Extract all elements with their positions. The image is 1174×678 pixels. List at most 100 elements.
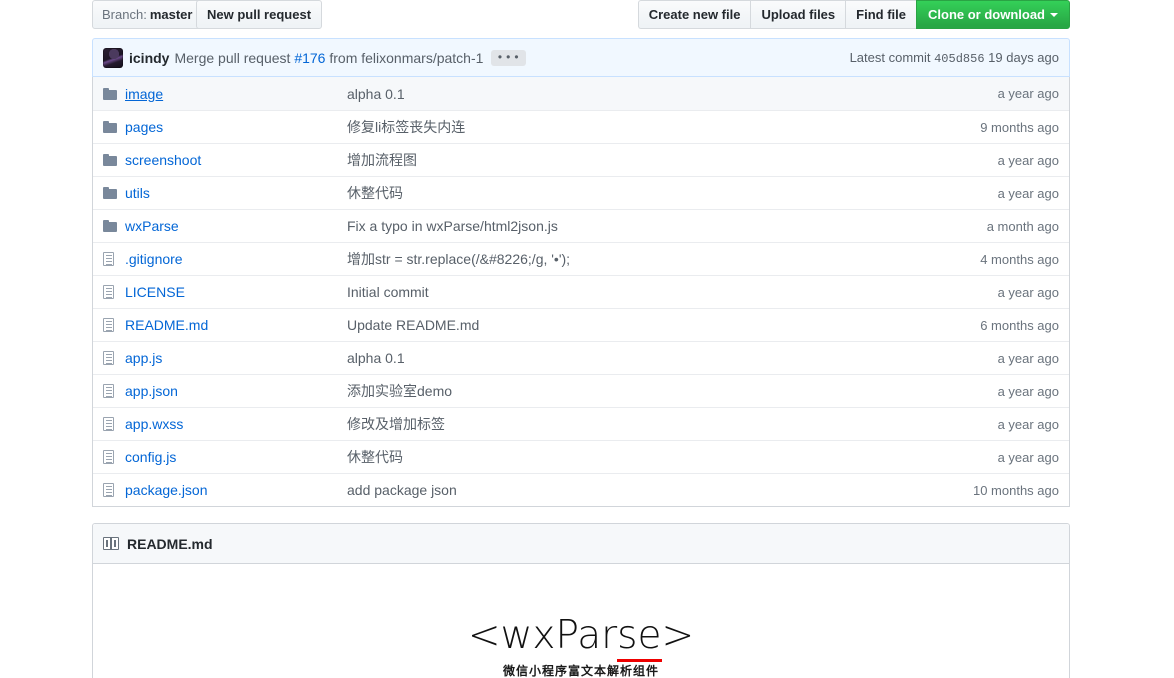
commit-message-cell[interactable]: 休整代码 <box>347 183 998 203</box>
folder-icon <box>103 154 117 166</box>
commit-age-cell: a year ago <box>997 383 1059 399</box>
commit-message-cell[interactable]: alpha 0.1 <box>347 86 998 102</box>
file-icon <box>103 252 114 266</box>
commit-sha-link[interactable]: 405d856 <box>934 52 984 66</box>
new-pull-request-button[interactable]: New pull request <box>196 0 323 29</box>
commit-message-cell[interactable]: 休整代码 <box>347 447 998 467</box>
file-icon <box>103 417 114 431</box>
commit-message-cell[interactable]: 修复li标签丧失内连 <box>347 117 980 137</box>
file-name-cell: utils <box>125 185 347 201</box>
chevron-down-icon <box>1050 12 1058 17</box>
table-row[interactable]: app.wxss 修改及增加标签 a year ago <box>93 407 1069 440</box>
commit-message-cell[interactable]: Initial commit <box>347 284 998 300</box>
readme-title: README.md <box>127 535 213 552</box>
table-row[interactable]: image alpha 0.1 a year ago <box>93 77 1069 110</box>
table-row[interactable]: pages 修复li标签丧失内连 9 months ago <box>93 110 1069 143</box>
file-link[interactable]: app.js <box>125 350 162 366</box>
file-link[interactable]: LICENSE <box>125 284 185 300</box>
icon-cell <box>103 187 125 199</box>
icon-cell <box>103 318 125 332</box>
icon-cell <box>103 417 125 431</box>
commit-message-cell[interactable]: Fix a typo in wxParse/html2json.js <box>347 218 987 234</box>
folder-icon <box>103 121 117 133</box>
latest-commit-label: Latest commit <box>849 49 931 65</box>
folder-link[interactable]: utils <box>125 185 150 201</box>
readme-logo: <wxParse> 微信小程序富文本解析组件 <box>123 613 1039 678</box>
pull-request-link[interactable]: #176 <box>294 50 325 66</box>
table-row[interactable]: wxParse Fix a typo in wxParse/html2json.j… <box>93 209 1069 242</box>
commit-message-cell[interactable]: 增加流程图 <box>347 150 998 170</box>
readme-logo-subtitle: 微信小程序富文本解析组件 <box>502 664 659 678</box>
commit-author-link[interactable]: icindy <box>129 50 169 66</box>
file-name-cell: package.json <box>125 482 347 498</box>
table-row[interactable]: config.js 休整代码 a year ago <box>93 440 1069 473</box>
table-row[interactable]: screenshoot 增加流程图 a year ago <box>93 143 1069 176</box>
clone-or-download-label: Clone or download <box>928 7 1045 22</box>
commit-age-cell: a year ago <box>997 86 1059 101</box>
file-name-cell: image <box>125 86 347 102</box>
latest-commit-bar: icindy Merge pull request #176 from feli… <box>92 38 1070 77</box>
icon-cell <box>103 252 125 266</box>
folder-link[interactable]: pages <box>125 119 163 135</box>
file-link[interactable]: app.json <box>125 383 178 399</box>
file-link[interactable]: .gitignore <box>125 251 183 267</box>
commit-message-cell[interactable]: add package json <box>347 482 973 498</box>
file-link[interactable]: package.json <box>125 482 208 498</box>
file-icon <box>103 318 114 332</box>
table-row[interactable]: README.md Update README.md 6 months ago <box>93 308 1069 341</box>
file-link[interactable]: README.md <box>125 317 208 333</box>
readme-panel: README.md <wxParse> 微信小程序富文本解析组件 <box>92 523 1070 678</box>
create-new-file-button[interactable]: Create new file <box>637 0 751 29</box>
commit-age-cell: 4 months ago <box>980 251 1059 267</box>
icon-cell <box>103 384 125 398</box>
file-name-cell: screenshoot <box>125 152 347 168</box>
file-icon <box>103 483 114 497</box>
commit-message-cell[interactable]: 修改及增加标签 <box>347 414 998 434</box>
table-row[interactable]: app.json 添加实验室demo a year ago <box>93 374 1069 407</box>
file-name-cell: README.md <box>125 317 347 333</box>
table-row[interactable]: LICENSE Initial commit a year ago <box>93 275 1069 308</box>
folder-link[interactable]: image <box>125 86 163 102</box>
readme-logo-text: <wxParse> <box>468 613 694 662</box>
table-row[interactable]: app.js alpha 0.1 a year ago <box>93 341 1069 374</box>
find-file-button[interactable]: Find file <box>845 0 916 29</box>
book-icon <box>103 537 119 550</box>
table-row[interactable]: .gitignore 增加str = str.replace(/&#8226;/g… <box>93 242 1069 275</box>
file-list-table: image alpha 0.1 a year ago pages 修复li标签丧失内连 9… <box>92 77 1070 507</box>
file-actions-button-group: Create new file Upload files Find file C… <box>637 0 1070 29</box>
folder-link[interactable]: screenshoot <box>125 152 201 168</box>
repo-content-container: icindy Merge pull request #176 from feli… <box>92 38 1070 678</box>
file-link[interactable]: config.js <box>125 449 176 465</box>
file-link[interactable]: app.wxss <box>125 416 183 432</box>
file-name-cell: app.json <box>125 383 347 399</box>
icon-cell <box>103 87 125 100</box>
table-row[interactable]: utils 休整代码 a year ago <box>93 176 1069 209</box>
file-name-cell: wxParse <box>125 218 347 234</box>
icon-cell <box>103 483 125 497</box>
commit-message: Merge pull request #176 from felixonmars… <box>174 50 483 66</box>
folder-icon <box>103 87 117 100</box>
clone-or-download-button[interactable]: Clone or download <box>916 0 1070 29</box>
table-row[interactable]: package.json add package json 10 months ag… <box>93 473 1069 506</box>
folder-icon <box>103 187 117 199</box>
readme-logo-text-underlined: se <box>617 613 662 662</box>
file-name-cell: config.js <box>125 449 347 465</box>
commit-message-prefix: Merge pull request <box>174 49 291 66</box>
commit-age-cell: 9 months ago <box>980 119 1059 135</box>
branch-name-label: master <box>149 7 193 22</box>
commit-age-cell: a year ago <box>997 449 1059 465</box>
folder-icon <box>103 220 117 232</box>
file-name-cell: app.wxss <box>125 416 347 432</box>
icon-cell <box>103 351 125 365</box>
commit-message-expand-button[interactable]: ••• <box>491 49 527 66</box>
upload-files-button[interactable]: Upload files <box>750 0 846 29</box>
commit-message-cell[interactable]: Update README.md <box>347 317 980 333</box>
commit-age-cell: a year ago <box>997 152 1059 168</box>
commit-message-cell[interactable]: 增加str = str.replace(/&#8226;/g, '•'); <box>347 249 980 269</box>
commit-age-cell: a year ago <box>997 284 1059 300</box>
commit-age-cell: a year ago <box>997 416 1059 432</box>
file-name-cell: pages <box>125 119 347 135</box>
commit-message-cell[interactable]: 添加实验室demo <box>347 381 998 401</box>
commit-message-cell[interactable]: alpha 0.1 <box>347 350 998 366</box>
folder-link[interactable]: wxParse <box>125 218 179 234</box>
